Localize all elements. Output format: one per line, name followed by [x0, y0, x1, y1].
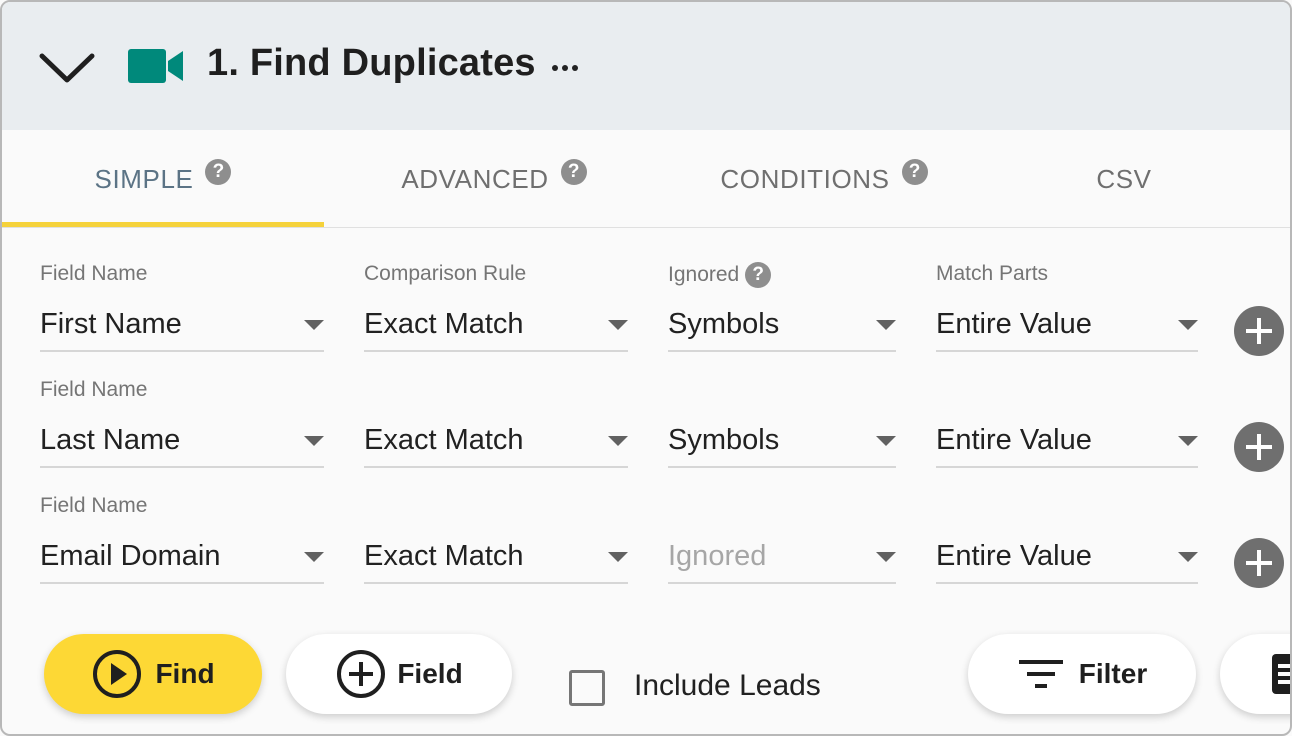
match-parts-label: Match Parts	[936, 262, 1049, 285]
tab-simple[interactable]: SIMPLE ?	[2, 130, 324, 228]
select-value: Symbols	[668, 308, 780, 340]
field-name-label: Field Name	[40, 378, 148, 401]
comparison-rule-select[interactable]: Exact Match	[364, 536, 628, 584]
dropdown-arrow-icon	[304, 320, 324, 330]
add-condition-button[interactable]	[1234, 422, 1284, 472]
active-tab-indicator	[2, 222, 324, 227]
select-placeholder: Ignored	[668, 540, 767, 572]
match-parts-select[interactable]: Entire Value	[936, 304, 1198, 352]
ignored-select[interactable]: Symbols	[668, 304, 896, 352]
comparison-rule-select[interactable]: Exact Match	[364, 420, 628, 468]
tab-csv[interactable]: CSV	[984, 130, 1264, 228]
dropdown-arrow-icon	[608, 320, 628, 330]
find-button[interactable]: Find	[44, 634, 262, 714]
select-value: Last Name	[40, 424, 181, 456]
tab-conditions[interactable]: CONDITIONS ?	[664, 130, 984, 228]
play-circle-icon	[93, 650, 142, 698]
comparison-rule-select[interactable]: Exact Match	[364, 304, 628, 352]
chevron-down-icon[interactable]	[38, 48, 96, 88]
select-value: Entire Value	[936, 424, 1092, 456]
help-icon[interactable]: ?	[205, 159, 232, 185]
select-value: Symbols	[668, 424, 780, 456]
more-horizontal-icon[interactable]	[548, 54, 582, 80]
filter-button-label: Filter	[1078, 658, 1148, 689]
dropdown-arrow-icon	[304, 436, 324, 446]
dropdown-arrow-icon	[1178, 436, 1198, 446]
filter-icon	[1018, 660, 1063, 688]
comparison-rule-label: Comparison Rule	[364, 262, 527, 285]
dropdown-arrow-icon	[876, 320, 896, 330]
tab-label: CONDITIONS	[720, 163, 890, 194]
help-icon[interactable]: ?	[901, 159, 928, 185]
dropdown-arrow-icon	[304, 552, 324, 562]
tab-advanced[interactable]: ADVANCED ?	[324, 130, 664, 228]
field-name-select[interactable]: First Name	[40, 304, 324, 352]
panel-title: 1. Find Duplicates	[207, 42, 536, 84]
panel-header: 1. Find Duplicates	[2, 2, 1290, 130]
add-condition-button[interactable]	[1234, 306, 1284, 356]
field-name-select[interactable]: Last Name	[40, 420, 324, 468]
select-value: Entire Value	[936, 540, 1092, 572]
ignored-label: Ignored ?	[668, 262, 772, 288]
add-circle-icon	[337, 650, 386, 698]
select-value: Exact Match	[364, 424, 524, 456]
select-value: Exact Match	[364, 308, 524, 340]
more-actions-button[interactable]	[1220, 634, 1290, 714]
match-parts-select[interactable]: Entire Value	[936, 420, 1198, 468]
ignored-select[interactable]: Symbols	[668, 420, 896, 468]
add-condition-button[interactable]	[1234, 538, 1284, 588]
find-duplicates-panel: 1. Find Duplicates SIMPLE ? ADVANCED ? C…	[0, 0, 1292, 736]
dropdown-arrow-icon	[1178, 320, 1198, 330]
tab-label: SIMPLE	[94, 163, 194, 194]
match-parts-select[interactable]: Entire Value	[936, 536, 1198, 584]
include-leads-checkbox[interactable]	[569, 670, 605, 706]
video-camera-icon	[128, 49, 183, 83]
dropdown-arrow-icon	[608, 436, 628, 446]
tab-bar: SIMPLE ? ADVANCED ? CONDITIONS ? CSV	[2, 130, 1290, 228]
help-icon[interactable]: ?	[745, 262, 772, 288]
field-name-select[interactable]: Email Domain	[40, 536, 324, 584]
list-icon	[1272, 654, 1290, 694]
field-name-label: Field Name	[40, 494, 148, 517]
select-value: Exact Match	[364, 540, 524, 572]
help-icon[interactable]: ?	[560, 159, 587, 185]
select-value: Email Domain	[40, 540, 221, 572]
dropdown-arrow-icon	[608, 552, 628, 562]
tab-label: ADVANCED	[401, 163, 549, 194]
ignored-select[interactable]: Ignored	[668, 536, 896, 584]
include-leads-label: Include Leads	[634, 669, 821, 702]
add-field-button-label: Field	[397, 658, 463, 689]
dropdown-arrow-icon	[876, 436, 896, 446]
ignored-label-text: Ignored	[668, 263, 740, 286]
add-field-button[interactable]: Field	[286, 634, 512, 714]
select-value: First Name	[40, 308, 182, 340]
select-value: Entire Value	[936, 308, 1092, 340]
dropdown-arrow-icon	[1178, 552, 1198, 562]
tab-label: CSV	[1096, 163, 1152, 194]
find-button-label: Find	[155, 658, 215, 689]
field-name-label: Field Name	[40, 262, 148, 285]
dropdown-arrow-icon	[876, 552, 896, 562]
filter-button[interactable]: Filter	[968, 634, 1196, 714]
